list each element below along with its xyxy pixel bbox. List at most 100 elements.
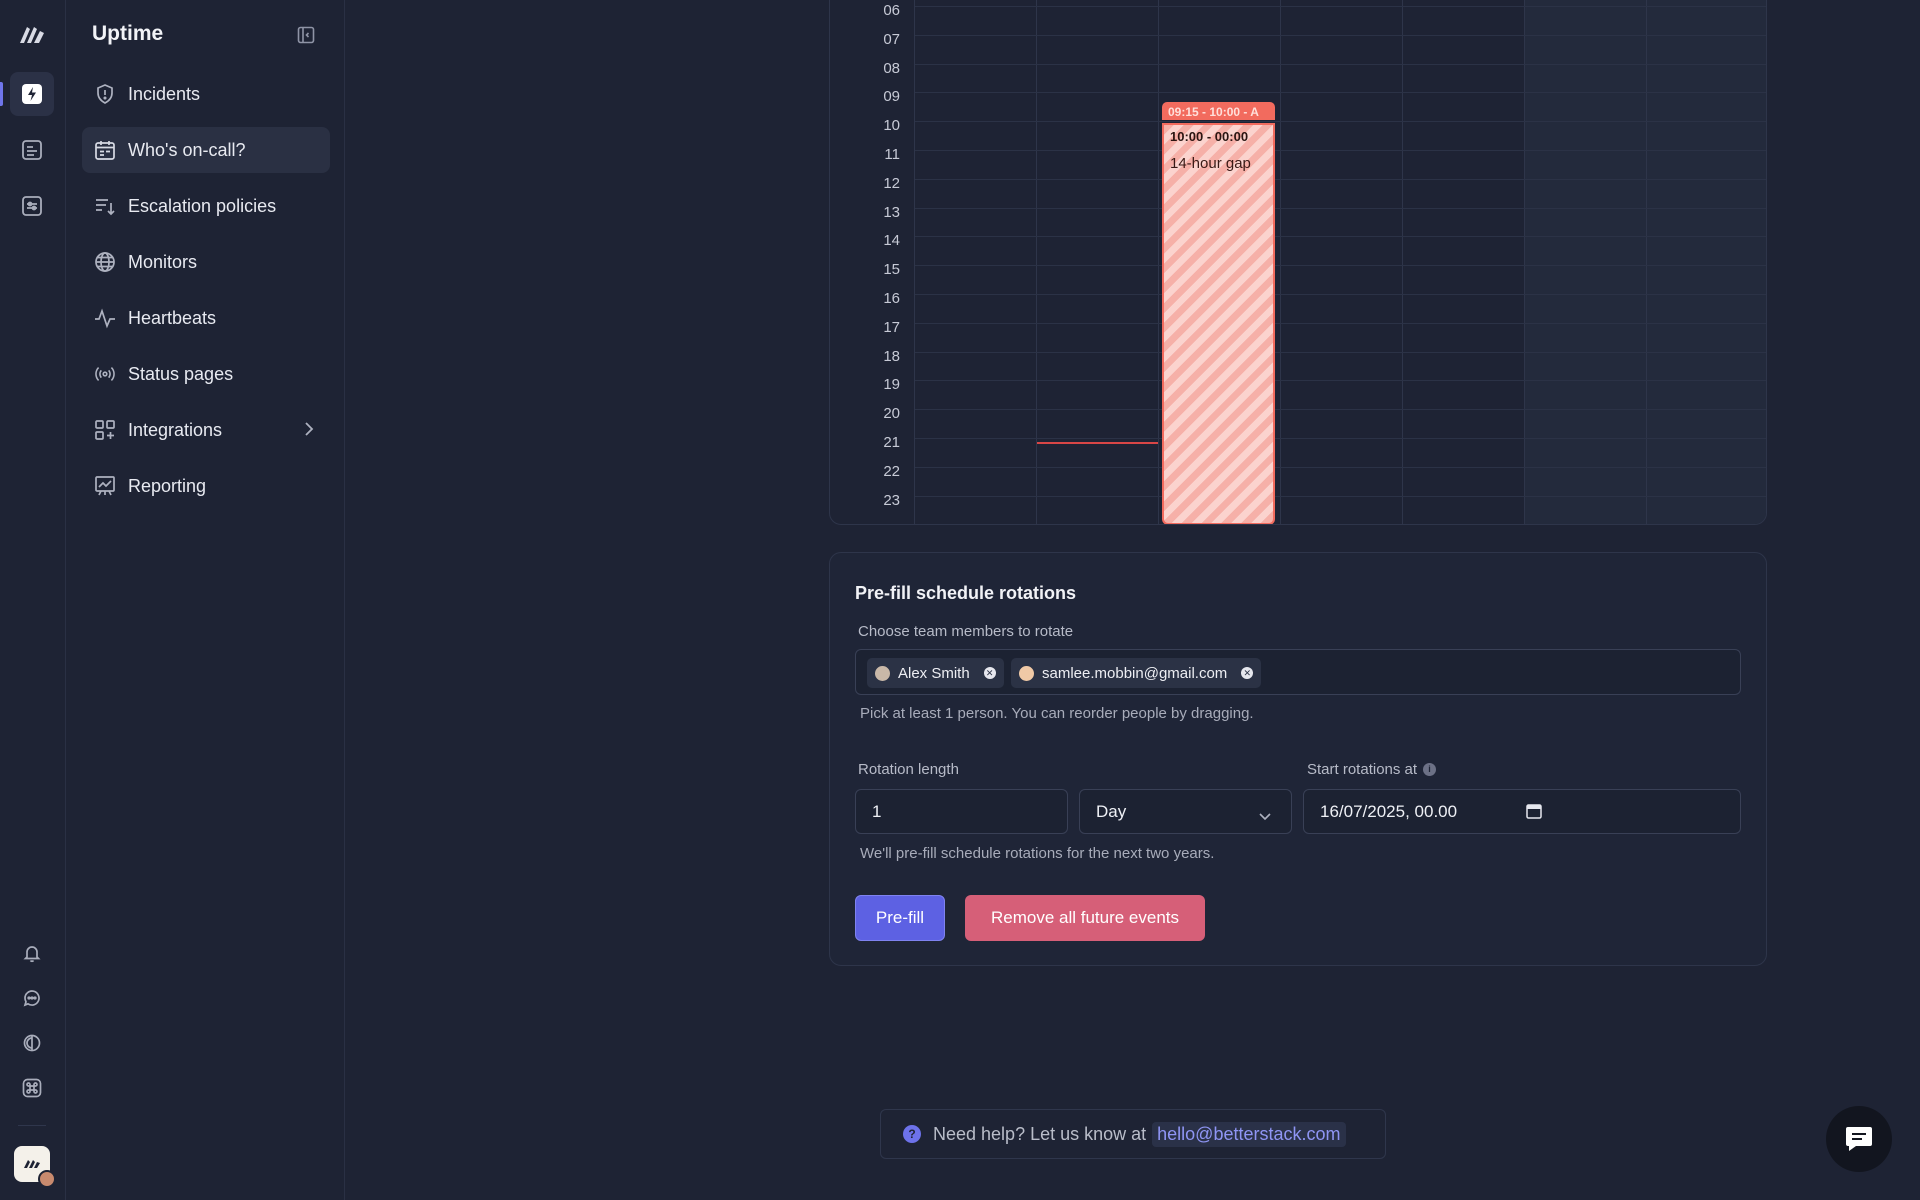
pulse-icon <box>94 307 116 329</box>
sidebar-item-integrations[interactable]: Integrations <box>82 407 330 453</box>
shield-icon <box>94 83 116 105</box>
sidebar-item-label: Integrations <box>128 419 223 440</box>
sidebar-item-heartbeats[interactable]: Heartbeats <box>82 295 330 341</box>
hour-gridline <box>915 63 1766 65</box>
on-call-event[interactable]: 09:15 - 10:00 - A <box>1162 102 1275 120</box>
chevron-down-icon <box>1259 806 1271 826</box>
hour-gridline <box>915 466 1766 468</box>
rail-active-indicator <box>0 82 3 106</box>
sidebar-item-label: Incidents <box>128 83 201 104</box>
hour-gridline <box>915 495 1766 497</box>
members-input[interactable]: Alex Smith ✕ samlee.mobbin@gmail.com ✕ <box>855 649 1741 695</box>
chat-icon <box>1846 1127 1872 1151</box>
hour-label: 09 <box>883 88 900 106</box>
gap-label: 14-hour gap <box>1170 155 1251 172</box>
info-icon[interactable]: i <box>1423 763 1437 776</box>
hour-gridline <box>915 121 1766 123</box>
coverage-gap-event[interactable]: 10:00 - 00:00 14-hour gap <box>1162 123 1275 524</box>
sidebar-item-incidents[interactable]: Incidents <box>82 71 330 117</box>
calendar-day-column[interactable] <box>1281 0 1403 524</box>
members-label: Choose team members to rotate <box>858 623 1074 640</box>
calendar-day-column[interactable] <box>1403 0 1525 524</box>
sidebar-item-status-pages[interactable]: Status pages <box>82 351 330 397</box>
rotation-unit-select[interactable]: Day <box>1079 789 1292 834</box>
sidebar-nav: Incidents Who's on-call? Escalation poli… <box>82 71 330 519</box>
members-hint: Pick at least 1 person. You can reorder … <box>860 705 1254 722</box>
hour-label: 17 <box>883 318 900 336</box>
chart-icon <box>94 475 116 497</box>
member-name: samlee.mobbin@gmail.com <box>1042 664 1228 682</box>
rotation-length-value: 1 <box>872 801 882 821</box>
calendar-day-column[interactable] <box>915 0 1037 524</box>
sidebar-item-label: Escalation policies <box>128 195 277 216</box>
hour-gridline <box>915 34 1766 36</box>
chat-widget-button[interactable] <box>1826 1106 1892 1172</box>
sidebar-item-monitors[interactable]: Monitors <box>82 239 330 285</box>
start-rotations-value: 16/07/2025, 00.00 <box>1320 801 1458 821</box>
help-text: Need help? Let us know at <box>933 1123 1147 1144</box>
hour-label: 10 <box>883 117 900 135</box>
rotation-length-input[interactable]: 1 <box>855 789 1068 834</box>
sidebar-item-label: Heartbeats <box>128 307 217 328</box>
hour-gridline <box>915 265 1766 267</box>
hour-label: 08 <box>883 59 900 77</box>
help-email-link[interactable]: hello@betterstack.com <box>1152 1121 1346 1147</box>
logo-icon[interactable] <box>10 12 54 56</box>
uptime-app-icon[interactable] <box>10 72 54 116</box>
collapse-sidebar-icon[interactable] <box>296 25 316 45</box>
command-icon[interactable] <box>10 1066 54 1110</box>
hour-gridline <box>915 294 1766 295</box>
start-rotations-label: Start rotations at i <box>1307 761 1437 778</box>
dashboards-app-icon[interactable] <box>10 184 54 228</box>
hour-gridline <box>915 236 1766 238</box>
hour-gridline <box>915 178 1766 180</box>
remove-member-icon[interactable]: ✕ <box>1241 667 1254 679</box>
help-banner: ? Need help? Let us know at hello@better… <box>880 1109 1386 1159</box>
hour-gridline <box>915 6 1766 7</box>
hour-label: 11 <box>884 146 900 163</box>
start-rotations-input[interactable]: 16/07/2025, 00.00 <box>1303 789 1741 834</box>
calendar-day-column[interactable] <box>1647 0 1766 524</box>
calendar-icon <box>94 139 116 161</box>
member-name: Alex Smith <box>898 664 970 682</box>
bell-icon[interactable] <box>10 931 54 975</box>
calendar-day-column[interactable] <box>1525 0 1647 524</box>
hour-label: 07 <box>883 30 900 48</box>
sidebar-item-escalation-policies[interactable]: Escalation policies <box>82 183 330 229</box>
member-chip[interactable]: Alex Smith ✕ <box>867 658 1004 688</box>
user-avatar[interactable] <box>38 1170 56 1188</box>
hour-gridline <box>915 524 1766 525</box>
hour-gridline <box>915 351 1766 353</box>
rail-divider <box>18 1125 46 1126</box>
hour-gridline <box>915 409 1766 411</box>
help-icon: ? <box>903 1125 921 1143</box>
hour-label: 12 <box>883 174 900 192</box>
hour-gridline <box>915 380 1766 382</box>
sidebar-item-reporting[interactable]: Reporting <box>82 463 330 509</box>
hour-label: 19 <box>883 376 900 394</box>
sidebar-item-whos-on-call[interactable]: Who's on-call? <box>82 127 330 173</box>
remove-future-events-button[interactable]: Remove all future events <box>965 895 1205 941</box>
hour-label: 06 <box>883 2 900 19</box>
chevron-right-icon <box>304 421 314 442</box>
remove-member-icon[interactable]: ✕ <box>983 667 996 679</box>
current-time-indicator <box>1037 442 1158 444</box>
hour-label: 13 <box>883 203 900 221</box>
schedule-calendar: 06 07 08 09 10 11 12 13 14 15 16 17 18 19 20 21 22 23 09:… <box>829 0 1767 525</box>
gap-time: 10:00 - 00:00 <box>1170 129 1249 144</box>
hour-gridline <box>915 322 1766 324</box>
hour-label: 20 <box>883 405 900 423</box>
logs-app-icon[interactable] <box>10 128 54 172</box>
chat-bubble-icon[interactable] <box>10 976 54 1020</box>
calendar-picker-icon[interactable] <box>1526 803 1542 824</box>
member-avatar <box>1019 665 1034 681</box>
sidebar: Uptime Incidents Who's on-call? Escalati… <box>66 0 345 1200</box>
prefill-button[interactable]: Pre-fill <box>855 895 945 941</box>
hour-label: 14 <box>883 232 900 250</box>
member-chip[interactable]: samlee.mobbin@gmail.com ✕ <box>1011 658 1262 688</box>
hour-label: 18 <box>883 347 900 365</box>
hour-gridline <box>915 207 1766 209</box>
calendar-day-column[interactable] <box>1037 0 1159 524</box>
theme-toggle-icon[interactable] <box>10 1021 54 1065</box>
sidebar-item-label: Reporting <box>128 475 207 496</box>
